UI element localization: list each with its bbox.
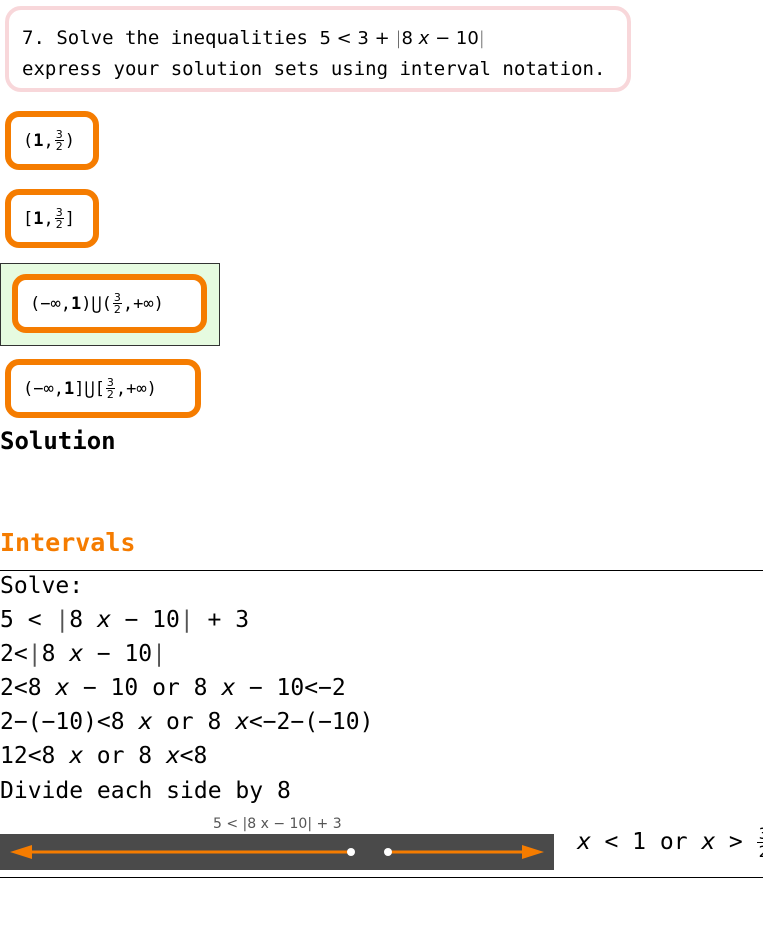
answer-option-4[interactable]: (−∞, 1]⋃[3 2 ,+∞)	[5, 359, 201, 418]
answer-option-3[interactable]: (−∞, 1)⋃(3 2 ,+∞)	[12, 274, 207, 333]
numberline-label: 5 < |8 x − 10| + 3	[213, 816, 342, 832]
question-abs-a: 8	[401, 28, 413, 49]
step-3: 2<|8 x − 10|	[0, 641, 167, 667]
option-4-text2: ]⋃[	[74, 378, 105, 399]
step-7: Divide each side by 8	[0, 778, 291, 804]
number-line	[0, 834, 554, 870]
number-line-graphic	[10, 845, 544, 859]
left-arrow-icon	[10, 845, 32, 859]
step-6: 12<8 x or 8 x<8	[0, 743, 208, 769]
option-2-a: 1	[33, 208, 44, 229]
open-point-3-2	[384, 848, 392, 856]
intervals-heading: Intervals	[0, 528, 136, 557]
option-4-a: 1	[63, 378, 75, 399]
option-2-close: ]	[64, 208, 75, 229]
question-expr-left: 5 < 3 +	[319, 28, 390, 49]
option-3-text2: )⋃(	[81, 293, 112, 314]
option-3-fraction: 32	[112, 291, 122, 316]
result-expression: x < 1 or x > 32	[577, 825, 763, 860]
option-1-close: )	[64, 130, 75, 151]
option-3-text3: ,+∞)	[122, 293, 164, 314]
option-3-a: 1	[70, 293, 82, 314]
question-line-2: express your solution sets using interva…	[22, 58, 606, 80]
question-abs-b: − 10	[435, 28, 479, 49]
option-4-text1: (−∞,	[23, 378, 64, 399]
option-4-fraction: 32	[105, 376, 115, 401]
option-4-text3: ,+∞)	[115, 378, 157, 399]
solution-heading: Solution	[0, 427, 116, 455]
right-arrow-icon	[522, 845, 544, 859]
question-prefix: 7. Solve the inequalities	[22, 27, 308, 49]
answer-option-1[interactable]: (1, 3 2)	[5, 111, 99, 170]
question-box: 7. Solve the inequalities 5 < 3 + |8 x −…	[5, 6, 631, 92]
step-2: 5 < |8 x − 10| + 3	[0, 607, 250, 633]
question-line-1: 7. Solve the inequalities 5 < 3 + |8 x −…	[22, 27, 485, 49]
option-1-fraction: 32	[54, 128, 64, 153]
option-1-a: 1	[33, 130, 44, 151]
result-fraction: 32	[756, 825, 763, 860]
step-solve: Solve:	[0, 573, 84, 599]
answer-option-2[interactable]: [1, 3 2]	[5, 189, 99, 248]
option-1-open: (	[23, 130, 34, 151]
question-abs-var: x	[418, 28, 430, 49]
open-point-1	[347, 848, 355, 856]
step-5: 2−(−10)<8 x or 8 x<−2−(−10)	[0, 709, 374, 735]
divider-top	[0, 570, 763, 571]
step-4: 2<8 x − 10 or 8 x − 10<−2	[0, 675, 346, 701]
option-3-text1: (−∞,	[30, 293, 71, 314]
option-2-open: [	[23, 208, 34, 229]
option-2-fraction: 32	[54, 206, 64, 231]
divider-bottom	[0, 877, 763, 878]
